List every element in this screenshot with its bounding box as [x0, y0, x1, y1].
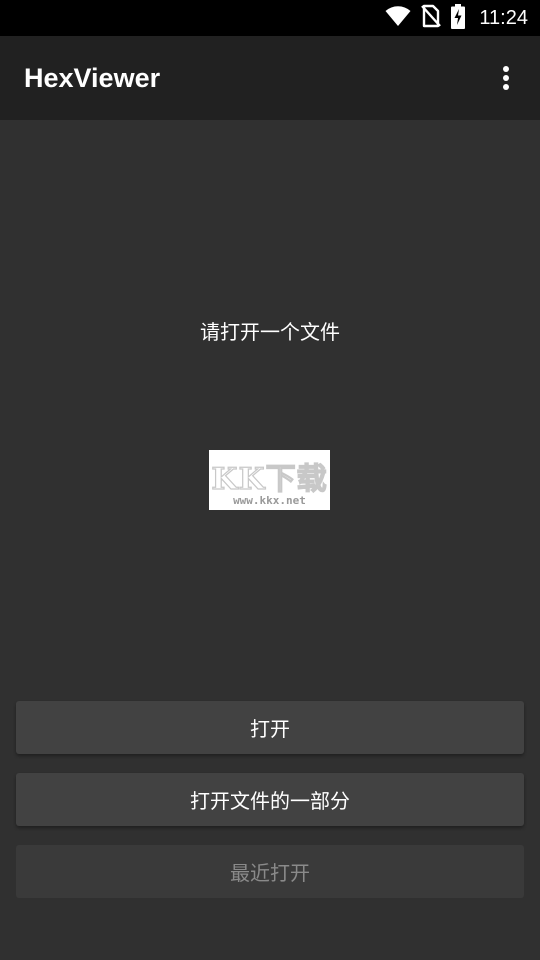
app-title: HexViewer — [24, 63, 161, 93]
no-sim-icon — [421, 4, 442, 32]
empty-state-hint: 请打开一个文件 — [200, 320, 340, 344]
app-bar: HexViewer — [0, 36, 540, 120]
more-vert-icon[interactable] — [492, 62, 520, 94]
watermark-url: www.kkx.net — [233, 494, 306, 507]
open-partial-button[interactable]: 打开文件的一部分 — [16, 773, 524, 826]
battery-charging-icon — [451, 3, 466, 33]
status-icons: 11:24 — [385, 0, 528, 36]
wifi-icon — [385, 5, 411, 31]
status-time: 11:24 — [479, 6, 528, 29]
menu-dot — [503, 66, 509, 72]
open-button[interactable]: 打开 — [16, 701, 524, 754]
watermark-image: KK下载 www.kkx.net — [209, 450, 330, 510]
menu-dot — [503, 75, 509, 81]
main-content: 请打开一个文件 KK下载 www.kkx.net 打开 打开文件的一部分 最近打… — [0, 120, 540, 960]
menu-dot — [503, 84, 509, 90]
status-bar: 11:24 — [0, 0, 540, 36]
recent-button[interactable]: 最近打开 — [16, 845, 524, 898]
watermark-logo: KK下载 — [211, 461, 328, 497]
